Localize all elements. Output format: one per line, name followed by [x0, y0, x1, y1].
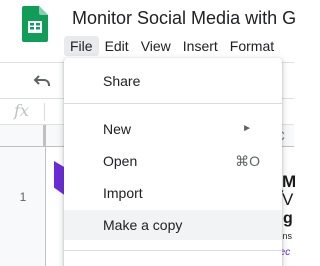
image-text-m: M — [282, 172, 297, 191]
select-all-corner[interactable] — [0, 125, 46, 147]
menu-item-open-label: Open — [103, 153, 138, 169]
menu-divider — [64, 103, 282, 104]
file-menu-dropdown: Share New ► Open ⌘O Import Make a copy — [64, 58, 282, 266]
image-text-v: V — [282, 190, 294, 209]
fx-icon: fx — [14, 101, 29, 120]
menu-view[interactable]: View — [135, 36, 177, 56]
menu-item-open-shortcut: ⌘O — [235, 153, 260, 169]
menu-item-import-label: Import — [103, 185, 143, 201]
menu-insert[interactable]: Insert — [177, 36, 224, 56]
menu-item-new-label: New — [103, 121, 132, 137]
undo-icon[interactable] — [33, 73, 51, 89]
menu-bar: File Edit View Insert Format — [64, 36, 280, 56]
menu-format[interactable]: Format — [224, 36, 280, 56]
menu-divider — [64, 250, 282, 251]
row-header-1[interactable]: 1 — [0, 190, 46, 204]
menu-edit[interactable]: Edit — [99, 36, 135, 56]
menu-file[interactable]: File — [64, 36, 99, 56]
menu-item-make-a-copy[interactable]: Make a copy — [64, 210, 282, 240]
formula-divider — [44, 103, 45, 121]
menu-item-new[interactable]: New ► — [64, 114, 282, 144]
menu-item-make-a-copy-label: Make a copy — [103, 217, 183, 233]
sheets-logo-icon[interactable] — [22, 6, 48, 42]
menu-item-share[interactable]: Share — [64, 66, 282, 96]
document-title[interactable]: Monitor Social Media with G — [72, 8, 296, 29]
submenu-arrow-icon: ► — [242, 123, 252, 134]
menu-item-share-label: Share — [103, 73, 141, 89]
menu-item-open[interactable]: Open ⌘O — [64, 146, 282, 176]
menu-item-import[interactable]: Import — [64, 178, 282, 208]
row-header-column: 1 — [0, 147, 46, 266]
